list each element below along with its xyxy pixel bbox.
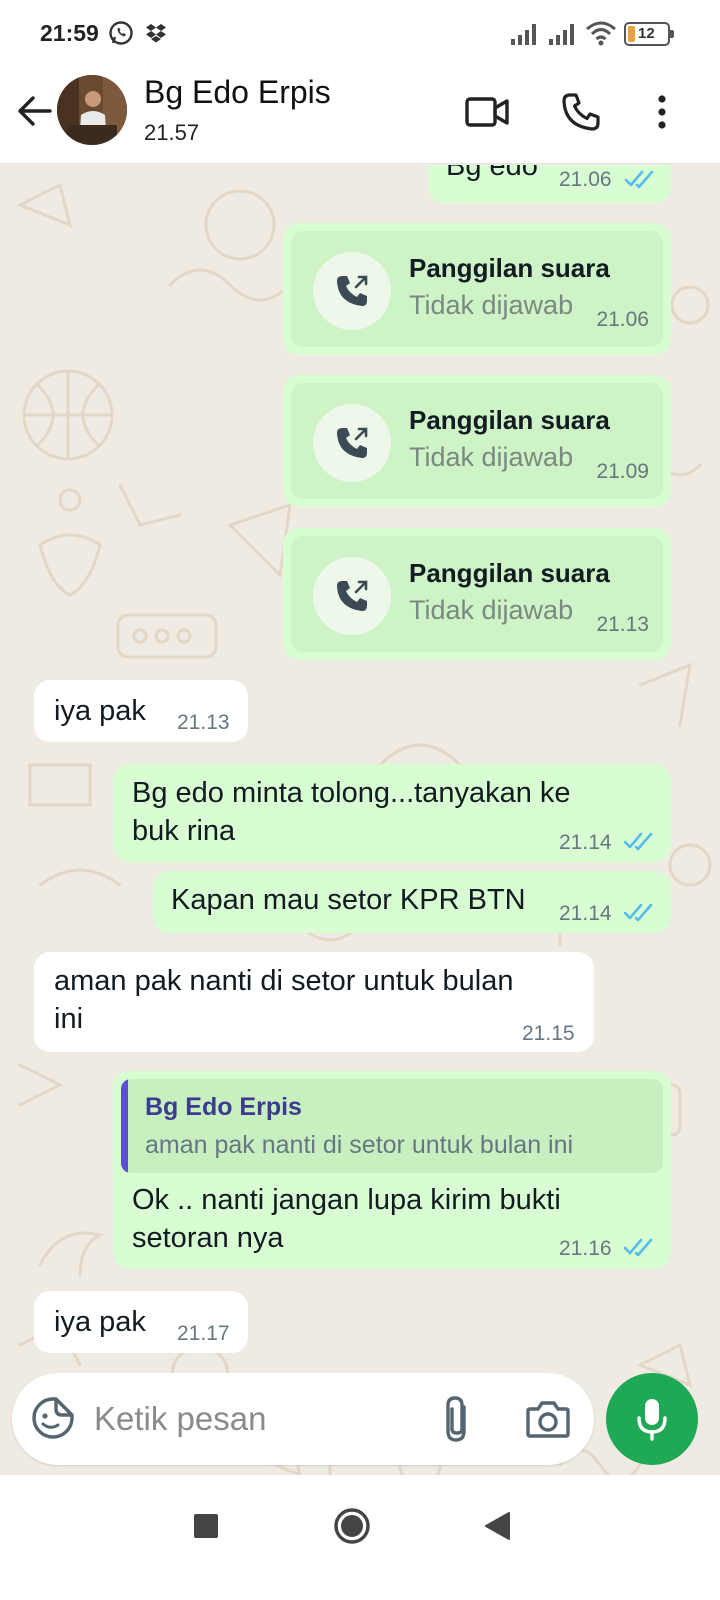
message-time: 21.14	[559, 902, 612, 925]
outgoing-call-icon-circle	[313, 557, 391, 635]
last-seen: 21.57	[144, 120, 200, 145]
message-bubble-incoming[interactable]: aman pak nanti di setor untuk bulan ini …	[34, 952, 594, 1052]
missed-call-icon	[337, 427, 368, 458]
outgoing-call-icon-circle	[313, 404, 391, 482]
reply-bubble[interactable]: Bg Edo Erpis aman pak nanti di setor unt…	[113, 1071, 671, 1269]
message-text-line: ini	[54, 1003, 84, 1035]
message-bubble-outgoing[interactable]: Bg edo minta tolong...tanyakan ke buk ri…	[113, 764, 671, 862]
message-text-line: buk rina	[132, 815, 236, 847]
call-bubble[interactable]: Panggilan suara Tidak dijawab 21.06	[283, 223, 671, 355]
battery-level: 12	[638, 25, 655, 42]
home-circle-icon	[334, 1508, 370, 1544]
call-card: Panggilan suara Tidak dijawab 21.13	[291, 536, 663, 652]
camera-icon[interactable]	[524, 1395, 572, 1443]
call-status: Tidak dijawab	[409, 595, 574, 625]
message-time: 21.06	[596, 308, 649, 331]
back-triangle-icon	[485, 1512, 510, 1540]
message-time: 21.15	[522, 1022, 575, 1045]
message-bubble-outgoing[interactable]: Kapan mau setor KPR BTN 21.14	[153, 871, 671, 933]
quote-accent-bar	[121, 1079, 128, 1173]
status-time: 21:59	[40, 20, 99, 46]
read-receipt-icon	[623, 1238, 653, 1257]
message-time: 21.17	[177, 1322, 230, 1345]
message-time: 21.14	[559, 831, 612, 854]
quoted-sender: Bg Edo Erpis	[145, 1093, 302, 1121]
attach-icon[interactable]	[436, 1393, 478, 1445]
system-navigation-bar	[0, 1475, 720, 1600]
read-receipt-icon	[623, 832, 653, 851]
chat-header: Bg Edo Erpis 21.57	[0, 66, 720, 164]
call-title: Panggilan suara	[409, 253, 610, 283]
home-button[interactable]	[327, 1501, 377, 1551]
chat-area[interactable]: Bg edo 21.06 Panggilan suara Tidak dijaw…	[0, 165, 720, 1505]
call-card: Panggilan suara Tidak dijawab 21.06	[291, 231, 663, 347]
call-bubble[interactable]: Panggilan suara Tidak dijawab 21.13	[283, 528, 671, 660]
call-status: Tidak dijawab	[409, 442, 574, 472]
message-text-line: setoran nya	[132, 1222, 284, 1254]
video-call-button[interactable]	[459, 84, 515, 140]
battery-icon: 12	[624, 22, 674, 46]
back-arrow-icon[interactable]	[14, 90, 56, 132]
signal-icon-2	[549, 24, 574, 45]
avatar[interactable]	[57, 75, 127, 145]
whatsapp-notification-icon	[109, 21, 133, 45]
more-vert-icon	[658, 95, 666, 129]
message-input[interactable]	[94, 1391, 414, 1447]
message-time: 21.16	[559, 1237, 612, 1260]
call-status: Tidak dijawab	[409, 290, 574, 320]
message-time: 21.06	[559, 168, 612, 191]
message-bubble-incoming[interactable]: iya pak 21.13	[34, 680, 248, 742]
call-title: Panggilan suara	[409, 405, 610, 435]
outgoing-call-icon-circle	[313, 252, 391, 330]
back-button[interactable]	[472, 1501, 522, 1551]
read-receipt-icon	[624, 170, 654, 189]
missed-call-icon	[337, 275, 368, 306]
voice-message-button[interactable]	[606, 1373, 698, 1465]
signal-icon-1	[511, 24, 536, 45]
recents-button[interactable]	[181, 1501, 231, 1551]
message-text-line: Bg edo minta tolong...tanyakan ke	[132, 777, 571, 809]
message-time: 21.13	[177, 711, 230, 734]
message-text-line: aman pak nanti di setor untuk bulan	[54, 965, 514, 997]
wifi-icon	[586, 21, 616, 46]
status-bar: 21:59 12	[0, 0, 720, 66]
call-card: Panggilan suara Tidak dijawab 21.09	[291, 383, 663, 499]
message-text: Bg edo	[446, 165, 538, 182]
call-title: Panggilan suara	[409, 558, 610, 588]
quoted-text: aman pak nanti di setor untuk bulan ini	[145, 1131, 574, 1159]
call-bubble[interactable]: Panggilan suara Tidak dijawab 21.09	[283, 375, 671, 507]
dropbox-notification-icon	[146, 24, 166, 43]
message-bubble-incoming[interactable]: iya pak 21.17	[34, 1291, 248, 1353]
voice-call-icon	[562, 93, 600, 131]
message-time: 21.13	[596, 613, 649, 636]
read-receipt-icon	[623, 903, 653, 922]
message-text: iya pak	[54, 695, 146, 727]
sticker-icon[interactable]	[30, 1395, 76, 1441]
contact-name[interactable]: Bg Edo Erpis	[144, 74, 331, 111]
message-text-line: Ok .. nanti jangan lupa kirim bukti	[132, 1184, 561, 1216]
message-text: iya pak	[54, 1306, 146, 1338]
message-bubble-outgoing[interactable]: Bg edo 21.06	[428, 165, 671, 203]
microphone-icon	[637, 1399, 667, 1441]
video-call-icon	[465, 97, 509, 127]
missed-call-icon	[337, 580, 368, 611]
quoted-message[interactable]: Bg Edo Erpis aman pak nanti di setor unt…	[121, 1079, 663, 1173]
recents-square-icon	[194, 1514, 218, 1538]
more-options-button[interactable]	[634, 84, 690, 140]
voice-call-button[interactable]	[553, 84, 609, 140]
message-composer	[12, 1373, 594, 1465]
message-time: 21.09	[596, 460, 649, 483]
message-text: Kapan mau setor KPR BTN	[171, 884, 526, 916]
